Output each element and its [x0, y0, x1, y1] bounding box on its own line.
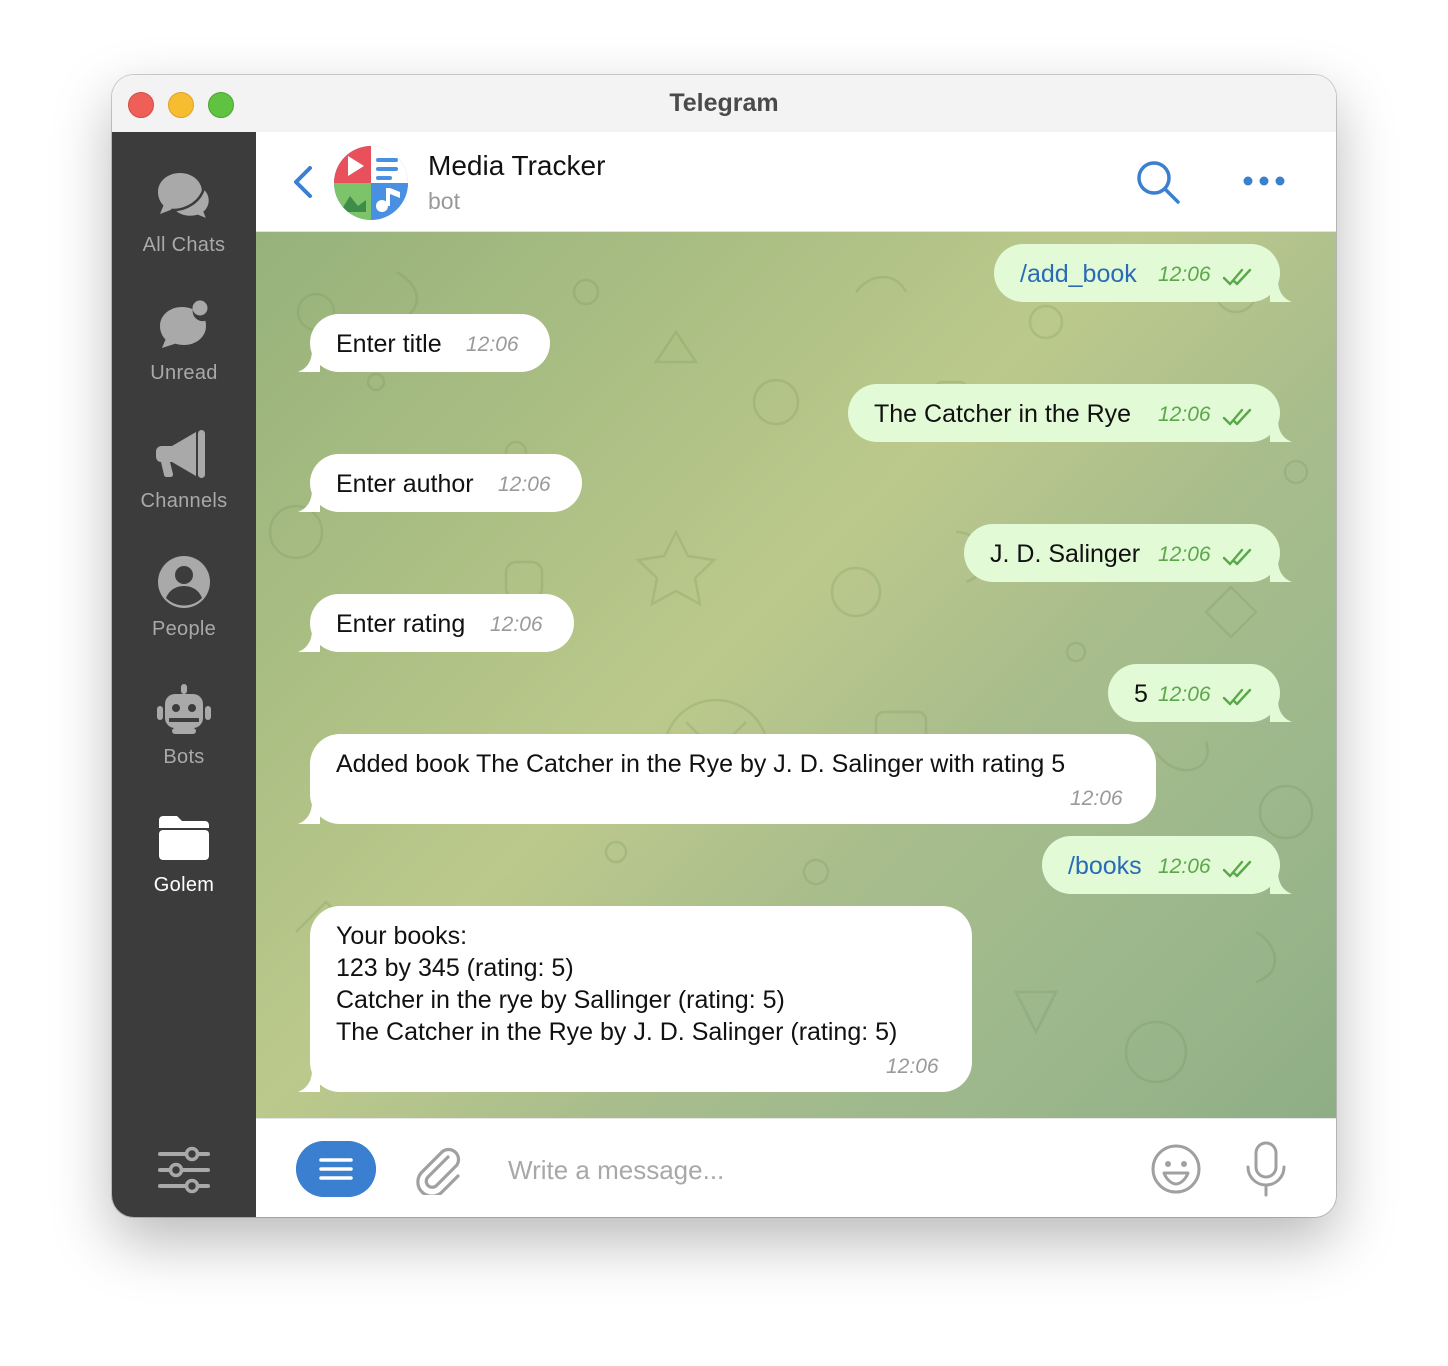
message-text: Enter title: [336, 330, 442, 358]
message-time: 12:06: [466, 333, 519, 356]
read-checkmarks-icon: [1222, 548, 1252, 566]
sidebar-item-unread[interactable]: Unread: [112, 294, 256, 404]
message-text: Your books: 123 by 345 (rating: 5) Catch…: [336, 922, 898, 1046]
sidebar-item-golem[interactable]: Golem: [112, 806, 256, 916]
emoji-icon[interactable]: [1150, 1143, 1202, 1195]
bot-menu-button[interactable]: [296, 1141, 376, 1197]
read-checkmarks-icon: [1222, 688, 1252, 706]
chat-title: Media Tracker: [428, 150, 606, 181]
bubble-tail: [298, 490, 320, 512]
bot-avatar[interactable]: [334, 146, 408, 220]
read-checkmarks-icon: [1222, 408, 1252, 426]
bubble-tail: [1270, 700, 1292, 722]
sidebar-item-label: Golem: [153, 874, 215, 896]
bot-command-link[interactable]: /add_book: [1020, 258, 1137, 290]
sidebar-item-label: Bots: [163, 746, 205, 768]
read-checkmarks-icon: [1222, 860, 1252, 878]
message-time: 12:06: [886, 1055, 939, 1078]
bubble-tail: [1270, 420, 1292, 442]
megaphone-icon: [156, 430, 205, 478]
person-icon: [158, 556, 210, 608]
message-time: 12:06: [1158, 263, 1211, 286]
sidebar-item-channels[interactable]: Channels: [112, 422, 256, 532]
bubble-tail: [298, 350, 320, 372]
composer-bar: [256, 1118, 1336, 1217]
message-text: The Catcher in the Rye: [874, 400, 1132, 428]
incoming-message[interactable]: Enter title 12:06: [298, 314, 550, 372]
bubble-tail: [1270, 872, 1292, 894]
unread-icon: [160, 300, 208, 348]
paperclip-icon[interactable]: [412, 1143, 462, 1195]
search-icon[interactable]: [1134, 158, 1182, 206]
bubble-tail: [298, 1070, 320, 1092]
message-text: Added book The Catcher in the Rye by J. …: [336, 750, 1066, 778]
read-checkmarks-icon: [1222, 268, 1252, 286]
sidebar-item-label: Unread: [150, 362, 218, 384]
telegram-window: Telegram All Chats Unread Channels Peopl…: [112, 75, 1336, 1217]
outgoing-message[interactable]: J. D. Salinger 12:06: [964, 524, 1292, 582]
bubble-tail: [298, 802, 320, 824]
sliders-icon[interactable]: [156, 1142, 212, 1198]
robot-icon: [157, 684, 211, 734]
message-time: 12:06: [1070, 787, 1123, 810]
message-text: J. D. Salinger: [990, 540, 1141, 568]
sidebar-item-label: Channels: [140, 490, 228, 512]
sidebar-item-bots[interactable]: Bots: [112, 678, 256, 788]
bubble-tail: [298, 630, 320, 652]
message-time: 12:06: [1158, 683, 1211, 706]
message-text: 5: [1134, 680, 1148, 708]
chat-header: Media Tracker bot: [256, 132, 1336, 232]
bot-command-link[interactable]: /books: [1068, 850, 1142, 882]
more-options-icon[interactable]: [1242, 166, 1286, 196]
message-text: Enter author: [336, 470, 474, 498]
sidebar-item-people[interactable]: People: [112, 550, 256, 660]
chat-status: bot: [428, 188, 460, 214]
sidebar-item-all-chats[interactable]: All Chats: [112, 166, 256, 276]
message-time: 12:06: [1158, 855, 1211, 878]
outgoing-message[interactable]: 5 12:06: [1108, 664, 1292, 722]
message-text: Enter rating: [336, 610, 466, 638]
microphone-icon[interactable]: [1244, 1141, 1288, 1197]
folder-icon: [159, 816, 209, 860]
outgoing-message[interactable]: The Catcher in the Rye 12:06: [848, 384, 1292, 442]
sidebar-item-label: All Chats: [142, 234, 226, 256]
message-time: 12:06: [490, 613, 543, 636]
chats-icon: [158, 173, 212, 223]
outgoing-message[interactable]: /add_book 12:06: [994, 244, 1292, 302]
sidebar-item-label: People: [151, 618, 217, 640]
incoming-message[interactable]: Added book The Catcher in the Rye by J. …: [298, 734, 1156, 824]
bubble-tail: [1270, 280, 1292, 302]
message-time: 12:06: [498, 473, 551, 496]
bubble-tail: [1270, 560, 1292, 582]
incoming-message[interactable]: Enter author 12:06: [298, 454, 582, 512]
window-title: Telegram: [669, 89, 779, 117]
outgoing-message[interactable]: /books 12:06: [1042, 836, 1292, 894]
folder-sidebar: All Chats Unread Channels People Bots Go…: [112, 132, 256, 1217]
message-list[interactable]: /add_book 12:06 Enter title 12:06 The Catche…: [256, 232, 1336, 1118]
message-time: 12:06: [1158, 403, 1211, 426]
incoming-message[interactable]: Enter rating 12:06: [298, 594, 574, 652]
message-input[interactable]: [506, 1147, 1130, 1193]
title-bar: Telegram: [112, 75, 1336, 133]
incoming-message[interactable]: Your books: 123 by 345 (rating: 5) Catch…: [298, 906, 972, 1092]
message-time: 12:06: [1158, 543, 1211, 566]
back-arrow-icon[interactable]: [286, 162, 322, 202]
